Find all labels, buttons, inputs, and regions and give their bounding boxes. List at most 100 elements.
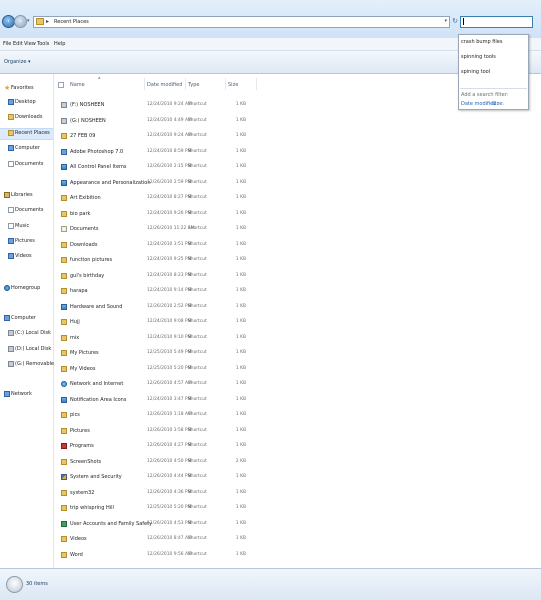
file-row[interactable]: 27 FEB 09 12/24/2010 9:24 AM Shortcut 1 KB (54, 130, 264, 144)
file-row[interactable]: trip whispring Hill 12/25/2010 5:20 PM Sho… (54, 502, 264, 516)
select-all-checkbox[interactable] (58, 82, 64, 88)
file-row[interactable]: Pictures 12/26/2010 3:58 PM Shortcut 1 KB (54, 425, 264, 439)
search-suggestion[interactable]: spining tool (461, 69, 490, 75)
file-size: 1 KB (235, 133, 246, 138)
organize-button[interactable]: Organize ▾ (4, 59, 31, 65)
nav-lib-music[interactable]: Music (0, 222, 53, 232)
column-divider[interactable] (256, 78, 257, 90)
file-row[interactable]: Downloads 12/24/2010 3:51 PM Shortcut 1 KB (54, 239, 264, 253)
file-row[interactable]: Videos 12/26/2010 8:47 AM Shortcut 1 KB (54, 533, 264, 547)
file-type: Shortcut (188, 241, 207, 247)
forward-button[interactable]: › (14, 15, 27, 28)
folder-icon (61, 210, 67, 217)
menu-view[interactable]: View (24, 41, 36, 47)
file-row[interactable]: mix 12/24/2010 9:10 PM Shortcut 1 KB (54, 332, 264, 346)
videos-icon (8, 253, 14, 259)
breadcrumb-separator[interactable]: ▸ (46, 18, 49, 25)
folder-icon (61, 288, 67, 294)
file-row[interactable]: My Pictures 12/25/2010 5:49 PM Shortcut 1 K… (54, 347, 264, 361)
file-row[interactable]: Notification Area Icons 12/24/2010 3:47 P… (54, 394, 264, 408)
nav-lib-videos[interactable]: Videos (0, 252, 53, 262)
file-date-modified: 12/26/2010 4:36 PM (147, 489, 192, 495)
file-size: 1 KB (235, 257, 246, 262)
folder-icon (61, 489, 67, 496)
file-size: 1 KB (235, 551, 246, 557)
column-divider[interactable] (225, 78, 226, 90)
control-panel-icon (61, 164, 67, 170)
file-name: My Pictures (70, 350, 99, 356)
column-date-modified[interactable]: Date modified (147, 82, 182, 88)
nav-lib-documents[interactable]: Documents (0, 206, 53, 216)
nav-libraries[interactable]: Libraries (0, 191, 53, 201)
file-row[interactable]: bio park 12/24/2010 9:26 PM Shortcut 1 KB (54, 208, 264, 222)
file-date-modified: 12/26/2010 3:58 PM (147, 427, 192, 433)
file-row[interactable]: harapa 12/24/2010 9:14 PM Shortcut 1 KB (54, 285, 264, 299)
search-input[interactable] (460, 16, 533, 28)
file-row[interactable]: gul's birthday 12/24/2010 8:23 PM Shortcut… (54, 270, 264, 284)
file-row[interactable]: Adobe Photoshop 7.0 12/24/2010 8:59 PM Sho… (54, 146, 264, 160)
nav-computer-shortcut[interactable]: Computer (0, 144, 53, 154)
file-row[interactable]: (G:) NOSHEEN 12/24/2010 4:49 AM Shortcut 1 … (54, 115, 264, 129)
computer-icon (8, 145, 14, 151)
nav-computer[interactable]: Computer (0, 314, 53, 324)
file-row[interactable]: Hujj 12/24/2010 9:08 PM Shortcut 1 KB (54, 316, 264, 330)
search-suggestion[interactable]: crash bump files (461, 39, 502, 45)
file-type: Shortcut (188, 272, 207, 278)
folder-icon (61, 365, 67, 372)
nav-drive-d[interactable]: (D:) Local Disk (0, 345, 53, 355)
file-row[interactable]: All Control Panel Items 12/26/2010 2:15 P… (54, 161, 264, 175)
address-bar[interactable]: ▸ Recent Places ▾ (33, 16, 450, 28)
column-divider[interactable] (144, 78, 145, 90)
menu-file[interactable]: File (3, 41, 11, 47)
nav-lib-pictures[interactable]: Pictures (0, 237, 53, 247)
nav-network[interactable]: Network (0, 390, 53, 400)
file-row[interactable]: Appearance and Personalization 12/26/2010… (54, 177, 264, 191)
file-type: Shortcut (188, 288, 207, 293)
menu-help[interactable]: Help (54, 41, 65, 47)
file-row[interactable]: function pictures 12/24/2010 9:25 PM Short… (54, 254, 264, 268)
refresh-button[interactable]: ↻ (451, 16, 459, 26)
column-divider[interactable] (185, 78, 186, 90)
file-row[interactable]: Hardware and Sound 12/26/2010 2:52 PM Shor… (54, 301, 264, 315)
size-filter-link[interactable]: Size: (492, 101, 504, 107)
file-row[interactable]: Network and Internet 12/26/2010 4:57 AM Sh… (54, 378, 264, 392)
column-name[interactable]: Name (70, 82, 85, 88)
search-suggestion[interactable]: spinning tools (461, 54, 496, 60)
nav-recent-places[interactable]: Recent Places (0, 128, 53, 140)
nav-homegroup[interactable]: Homegroup (0, 284, 53, 294)
file-row[interactable]: Programs 12/26/2010 4:27 PM Shortcut 1 KB (54, 440, 264, 454)
file-size: 1 KB (235, 412, 246, 417)
file-row[interactable]: User Accounts and Family Safety 12/26/201… (54, 518, 264, 532)
file-row[interactable]: Art Exibition 12/24/2010 8:27 PM Shortcut 1… (54, 192, 264, 206)
recent-pages-dropdown-icon[interactable]: ▾ (27, 18, 30, 24)
column-size[interactable]: Size (228, 82, 238, 88)
nav-drive-c[interactable]: (C:) Local Disk (0, 329, 53, 339)
nav-desktop[interactable]: Desktop (0, 98, 53, 108)
file-size: 1 KB (235, 179, 246, 185)
file-date-modified: 12/26/2010 2:52 PM (147, 303, 192, 309)
file-row[interactable]: pics 12/26/2010 1:18 AM Shortcut 1 KB (54, 409, 264, 423)
file-row[interactable]: ScreenShots 12/26/2010 4:50 PM Shortcut 2 K… (54, 456, 264, 470)
libraries-icon (4, 192, 10, 198)
address-dropdown-icon[interactable]: ▾ (444, 18, 447, 24)
column-type[interactable]: Type (188, 82, 199, 88)
menu-edit[interactable]: Edit (13, 41, 23, 47)
programs-icon (61, 443, 67, 449)
file-name: Hardware and Sound (70, 303, 123, 310)
nav-downloads[interactable]: Downloads (0, 113, 53, 123)
file-row[interactable]: (F:) NOSHEEN 12/24/2010 9:24 AM Shortcut 1 … (54, 99, 264, 113)
details-pane: 30 items (0, 568, 541, 600)
menu-tools[interactable]: Tools (37, 41, 49, 47)
folder-icon (61, 551, 67, 558)
file-row[interactable]: My Videos 12/25/2010 5:20 PM Shortcut 1 KB (54, 363, 264, 377)
file-row[interactable]: Word 12/26/2010 9:56 AM Shortcut 1 KB (54, 549, 264, 563)
file-row[interactable]: system32 12/26/2010 4:36 PM Shortcut 1 KB (54, 487, 264, 501)
star-icon: ★ (4, 84, 11, 92)
nav-documents-shortcut[interactable]: Documents (0, 160, 53, 170)
file-date-modified: 12/26/2010 9:56 AM (147, 551, 192, 557)
nav-drive-g[interactable]: (G:) Removable Disk (0, 360, 66, 370)
breadcrumb-recent-places[interactable]: Recent Places (54, 19, 89, 25)
nav-favorites[interactable]: ★ Favorites (0, 84, 53, 94)
file-row[interactable]: Documents 12/26/2010 11:22 AM Shortcut 1 KB (54, 223, 264, 237)
file-row[interactable]: System and Security 12/26/2010 4:44 PM Sho… (54, 471, 264, 485)
